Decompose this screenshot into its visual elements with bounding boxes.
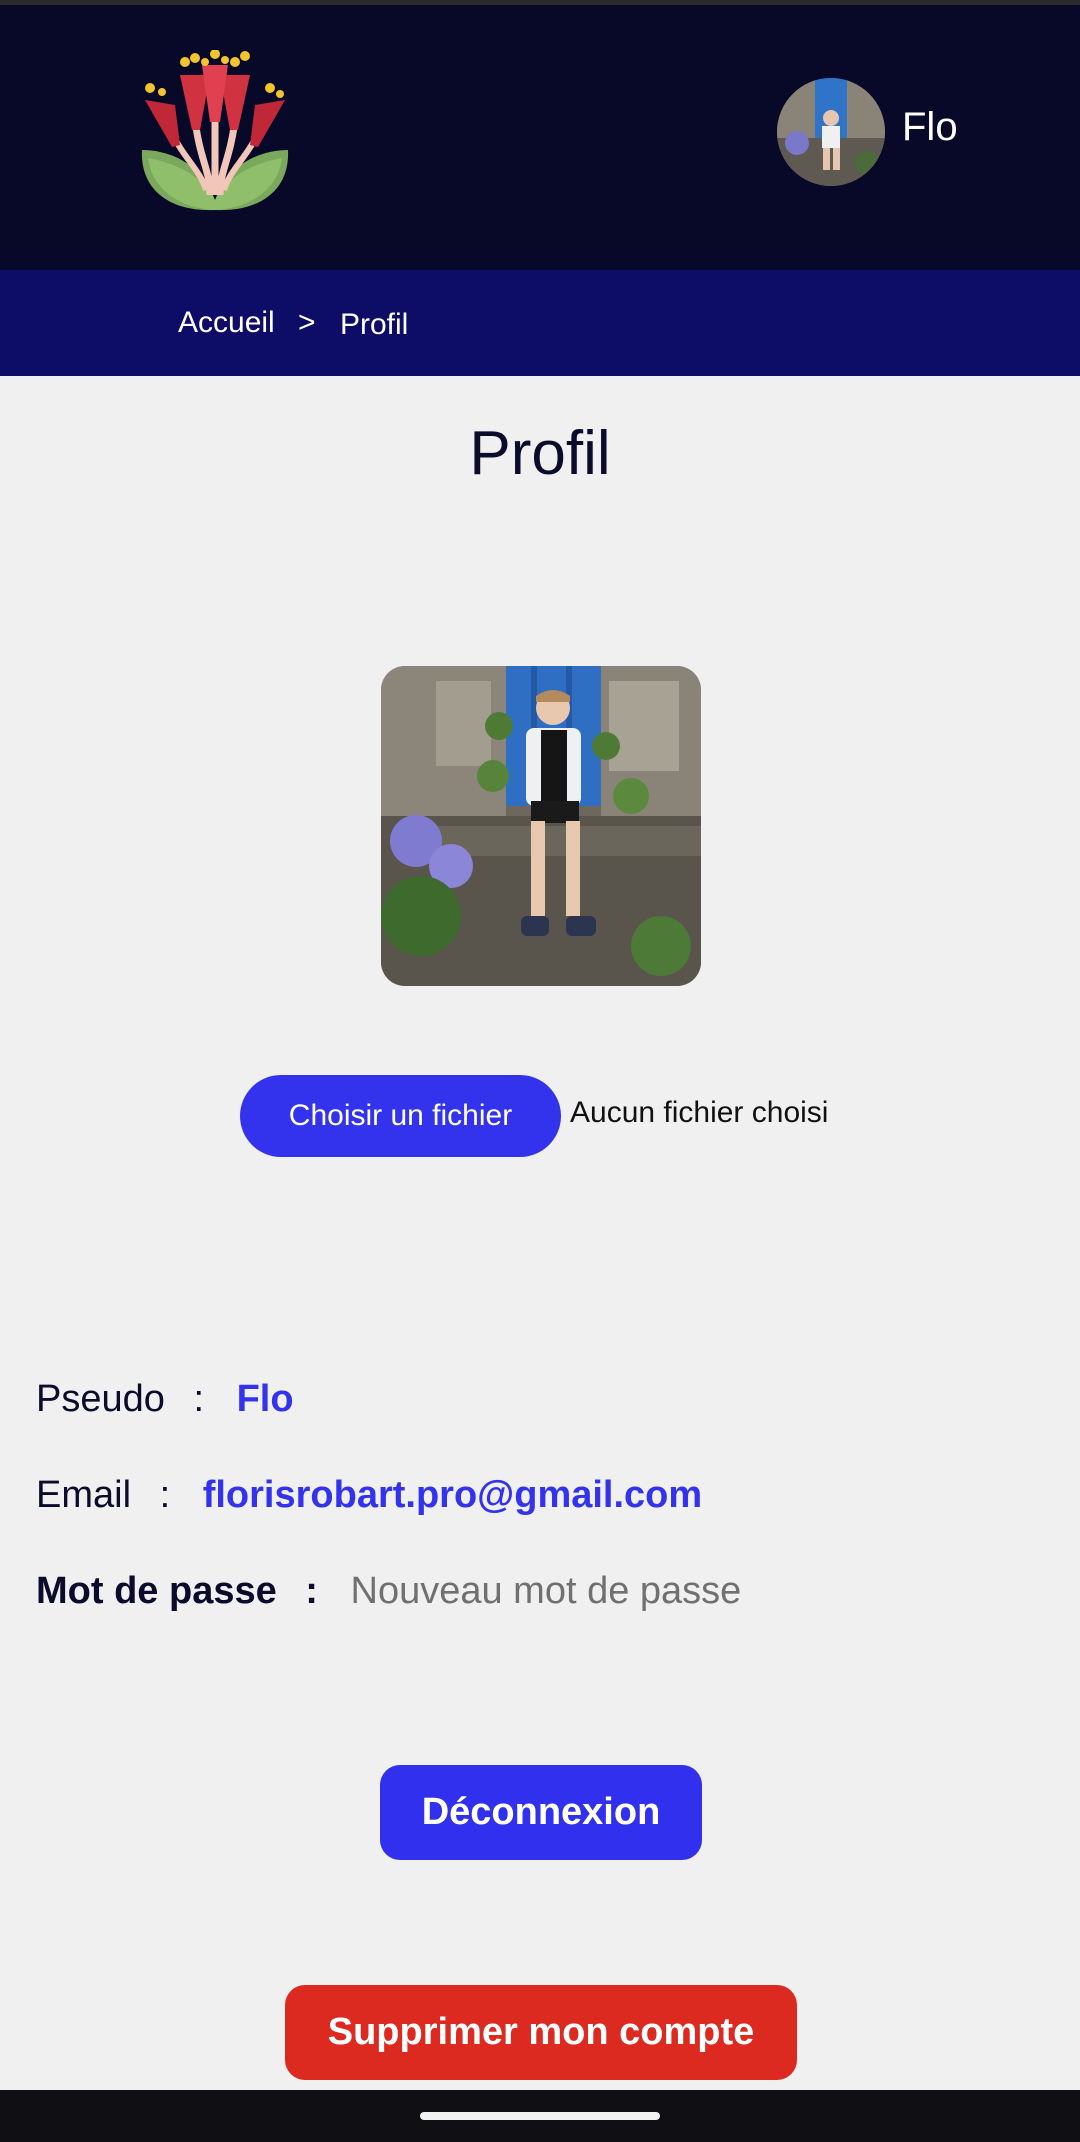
home-indicator[interactable] bbox=[420, 2112, 660, 2120]
pseudo-label: Pseudo bbox=[36, 1378, 165, 1420]
avatar[interactable] bbox=[777, 78, 885, 186]
app-header: Flo bbox=[0, 5, 1080, 270]
breadcrumb-separator: > bbox=[298, 306, 316, 339]
pseudo-value: Flo bbox=[236, 1378, 294, 1420]
choose-file-button[interactable]: Choisir un fichier bbox=[240, 1075, 561, 1157]
pseudo-row: Pseudo : Flo bbox=[36, 1378, 294, 1421]
profile-photo bbox=[381, 666, 701, 986]
flower-logo-icon[interactable] bbox=[140, 49, 290, 215]
logout-button[interactable]: Déconnexion bbox=[380, 1765, 702, 1860]
header-username[interactable]: Flo bbox=[902, 105, 958, 150]
delete-account-button[interactable]: Supprimer mon compte bbox=[285, 1985, 797, 2080]
file-status-text: Aucun fichier choisi bbox=[570, 1096, 829, 1129]
breadcrumb: Accueil > Profil bbox=[0, 270, 1080, 376]
page-title: Profil bbox=[469, 419, 611, 488]
pseudo-colon: : bbox=[193, 1378, 205, 1420]
password-row: Mot de passe : bbox=[36, 1570, 951, 1613]
breadcrumb-home-link[interactable]: Accueil bbox=[178, 306, 275, 340]
email-value: florisrobart.pro@gmail.com bbox=[202, 1474, 703, 1516]
password-label: Mot de passe bbox=[36, 1570, 277, 1612]
email-row: Email : florisrobart.pro@gmail.com bbox=[36, 1474, 702, 1517]
system-nav-bar bbox=[0, 2090, 1080, 2142]
email-label: Email bbox=[36, 1474, 132, 1516]
new-password-input[interactable] bbox=[350, 1570, 951, 1613]
email-colon: : bbox=[159, 1474, 171, 1516]
breadcrumb-current: Profil bbox=[340, 308, 409, 341]
password-colon: : bbox=[305, 1570, 318, 1612]
